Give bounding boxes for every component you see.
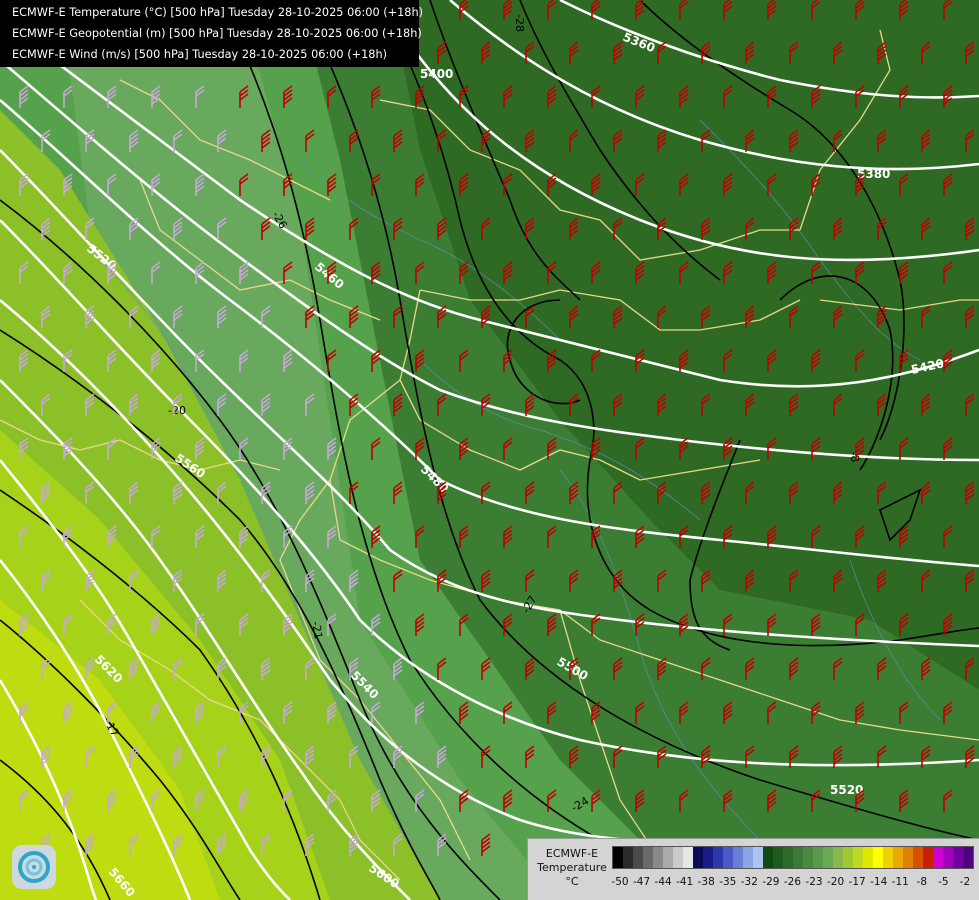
legend-swatch bbox=[903, 847, 913, 868]
legend-swatch bbox=[883, 847, 893, 868]
legend-tick-label: -38 bbox=[697, 876, 715, 888]
legend-tick-label: -20 bbox=[826, 876, 845, 888]
legend-swatch bbox=[963, 847, 973, 868]
contour-label: 5400 bbox=[420, 67, 453, 81]
legend-swatch bbox=[763, 847, 773, 868]
legend-tick-label: -23 bbox=[805, 876, 823, 888]
header-line-geopotential: ECMWF-E Geopotential (m) [500 hPa] Tuesd… bbox=[12, 27, 422, 40]
legend-tick-label: -17 bbox=[848, 876, 866, 888]
legend-swatch bbox=[793, 847, 803, 868]
legend-swatch bbox=[893, 847, 903, 868]
legend-color-bar bbox=[612, 846, 974, 869]
legend-swatch bbox=[703, 847, 713, 868]
legend-swatch bbox=[653, 847, 663, 868]
legend-tick-label: -44 bbox=[654, 876, 672, 888]
legend-swatch bbox=[913, 847, 923, 868]
contour-label: -28 bbox=[513, 14, 526, 32]
legend-swatch bbox=[753, 847, 763, 868]
legend-tick-label: -35 bbox=[719, 876, 737, 888]
legend-tick-label: -32 bbox=[740, 876, 758, 888]
logo-icon bbox=[12, 845, 56, 889]
legend-swatch bbox=[643, 847, 653, 868]
contour-label: -8 bbox=[847, 450, 862, 463]
legend-tick-label: -11 bbox=[891, 876, 909, 888]
legend-swatch bbox=[943, 847, 953, 868]
legend-swatch bbox=[683, 847, 693, 868]
legend-swatch bbox=[773, 847, 783, 868]
legend-title: ECMWF-E Temperature bbox=[537, 847, 607, 874]
legend-tick-label: -29 bbox=[762, 876, 780, 888]
legend-tick-label: -2 bbox=[959, 876, 971, 888]
legend-unit: °C bbox=[565, 875, 579, 888]
legend-tick-label: -41 bbox=[676, 876, 694, 888]
legend-swatch bbox=[843, 847, 853, 868]
contour-label: -20 bbox=[168, 404, 186, 417]
legend-swatch bbox=[953, 847, 963, 868]
legend-swatch bbox=[813, 847, 823, 868]
legend-swatch bbox=[743, 847, 753, 868]
legend-ticks: -50 -47 -44 -41 -38 -35 -32 -29 -26 -23 -20 -17 -14-… bbox=[611, 876, 972, 890]
legend-swatch bbox=[873, 847, 883, 868]
legend-swatch bbox=[933, 847, 943, 868]
header-line-wind: ECMWF-E Wind (m/s) [500 hPa] Tuesday 28-… bbox=[12, 48, 388, 61]
legend-tick-label: -14 bbox=[870, 876, 888, 888]
legend-swatch bbox=[633, 847, 643, 868]
legend-swatch bbox=[863, 847, 873, 868]
legend-swatch bbox=[803, 847, 813, 868]
legend-swatch bbox=[853, 847, 863, 868]
legend-swatch bbox=[833, 847, 843, 868]
weather-map: 5360 5380 5400 5420 5460 5480 5500 5520 … bbox=[0, 0, 979, 900]
legend-swatch bbox=[923, 847, 933, 868]
weather-map-view: 5360 5380 5400 5420 5460 5480 5500 5520 … bbox=[0, 0, 979, 900]
legend-tick-label: -47 bbox=[632, 876, 651, 888]
legend-swatch bbox=[693, 847, 703, 868]
legend-tick-label: -8 bbox=[916, 876, 928, 888]
header-line-temperature: ECMWF-E Temperature (°C) [500 hPa] Tuesd… bbox=[12, 6, 424, 19]
legend-swatch bbox=[823, 847, 833, 868]
legend-swatch bbox=[623, 847, 633, 868]
map-header: ECMWF-E Temperature (°C) [500 hPa] Tuesd… bbox=[0, 0, 424, 67]
temperature-legend: ECMWF-E Temperature °C -50 -47 -44 -41 -38 -3… bbox=[527, 838, 979, 900]
legend-swatch bbox=[733, 847, 743, 868]
legend-tick-label: -26 bbox=[783, 876, 802, 888]
legend-swatch bbox=[663, 847, 673, 868]
legend-swatch bbox=[723, 847, 733, 868]
legend-tick-label: -50 bbox=[611, 876, 629, 888]
legend-tick-label: -5 bbox=[938, 876, 949, 888]
legend-swatch bbox=[713, 847, 723, 868]
legend-swatch bbox=[783, 847, 793, 868]
legend-swatch bbox=[673, 847, 683, 868]
legend-swatch bbox=[613, 847, 623, 868]
